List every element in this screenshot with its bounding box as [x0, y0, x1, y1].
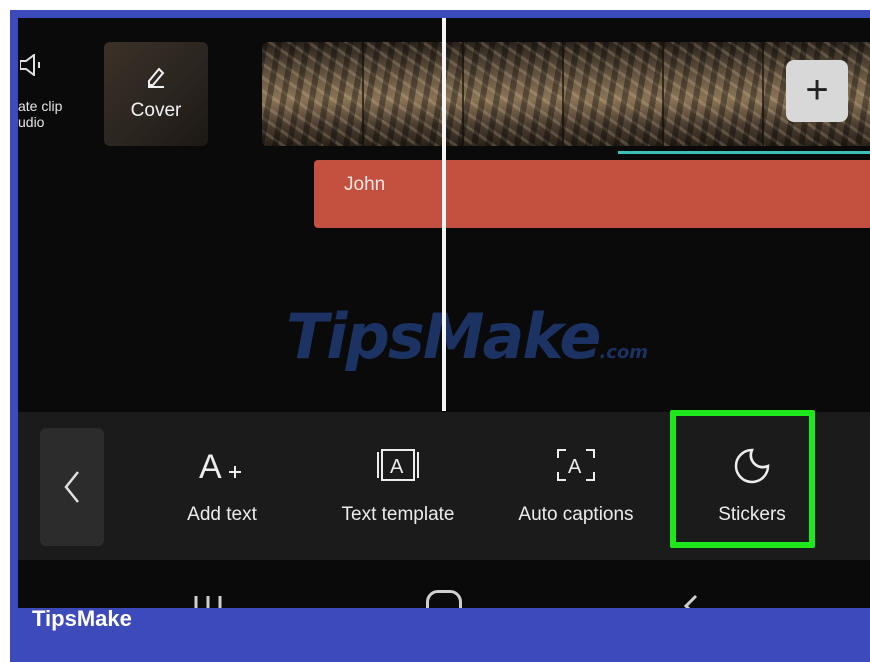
auto-captions-label: Auto captions — [518, 504, 634, 525]
filmstrip-divider — [462, 42, 464, 146]
cover-label: Cover — [130, 100, 182, 121]
brand-logo: TipsMake — [32, 606, 132, 631]
image-frame: ate clip udio Cover + John TipsMake.com — [10, 10, 870, 662]
playhead[interactable] — [442, 18, 446, 411]
watermark-suffix: .com — [599, 342, 649, 363]
text-template-button[interactable]: A Text template — [328, 412, 468, 560]
speaker-icon — [20, 54, 40, 76]
auto-captions-button[interactable]: A Auto captions — [506, 412, 646, 560]
svg-text:A: A — [390, 456, 404, 478]
recent-apps-icon[interactable] — [188, 596, 228, 608]
svg-text:A: A — [199, 448, 222, 486]
text-clip-label: John — [344, 174, 386, 195]
nav-back-icon[interactable] — [678, 592, 702, 608]
mute-clip-label: ate clip udio — [18, 98, 63, 130]
audio-track-line — [618, 151, 870, 154]
watermark: TipsMake.com — [286, 300, 648, 373]
add-text-label: Add text — [187, 504, 257, 525]
svg-text:A: A — [568, 456, 582, 478]
auto-captions-icon: A — [557, 449, 595, 481]
add-text-button[interactable]: A Add text — [162, 412, 282, 560]
filmstrip-divider — [362, 42, 364, 146]
mute-clip-audio-button[interactable]: ate clip udio — [18, 48, 78, 148]
add-clip-button[interactable]: + — [786, 60, 848, 122]
back-button[interactable] — [40, 428, 104, 546]
filmstrip-divider — [662, 42, 664, 146]
text-template-label: Text template — [341, 504, 455, 525]
chevron-left-icon — [64, 471, 79, 503]
text-template-icon: A — [377, 449, 419, 481]
system-navigation-bar — [18, 560, 870, 608]
add-text-icon: A — [199, 448, 241, 486]
video-clip-filmstrip[interactable] — [262, 42, 870, 146]
cover-button[interactable]: Cover — [104, 42, 208, 146]
filmstrip-divider — [562, 42, 564, 146]
text-clip[interactable]: John — [314, 160, 870, 228]
home-icon[interactable] — [426, 590, 462, 608]
pencil-icon — [148, 67, 165, 88]
stickers-highlight-box — [670, 410, 815, 548]
filmstrip-divider — [762, 42, 764, 146]
